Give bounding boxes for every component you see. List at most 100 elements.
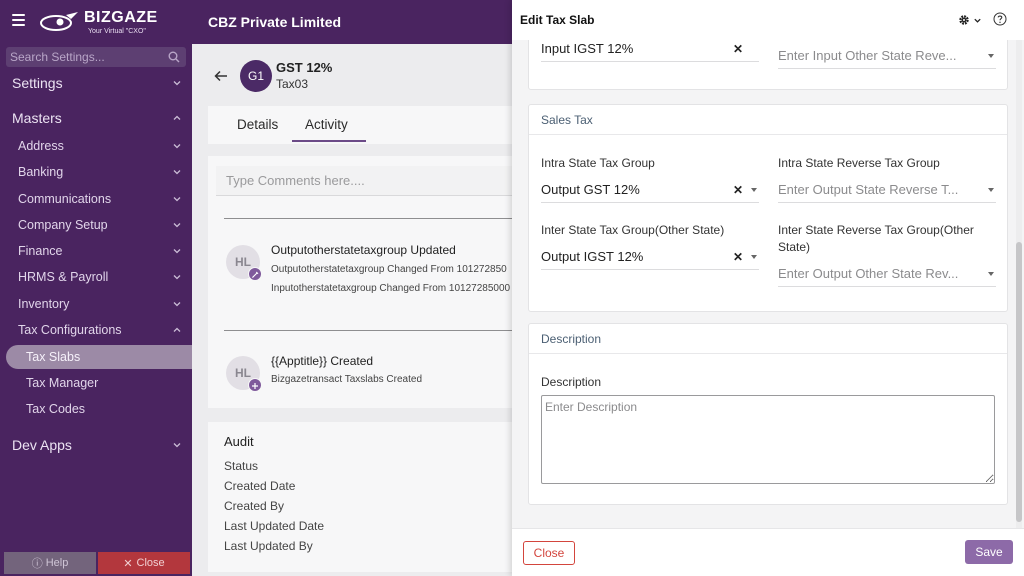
description-heading: Description — [529, 324, 1007, 354]
settings-menu[interactable] — [958, 13, 984, 27]
caret-down-icon — [988, 54, 994, 58]
intra-state-reverse-tax-group-select[interactable]: Enter Output State Reverse T... — [778, 177, 996, 203]
sidebar-item-label: Address — [18, 139, 64, 153]
sidebar-item-label: Tax Codes — [26, 402, 86, 416]
audit-row: Status — [224, 459, 259, 473]
record-code: Tax03 — [276, 77, 309, 91]
purchase-tax-card: Input IGST 12% ✕ Enter Input Other State… — [528, 40, 1008, 90]
scrollbar-thumb[interactable] — [1016, 242, 1022, 522]
edit-pencil-icon — [248, 267, 262, 281]
close-button[interactable]: Close — [523, 541, 575, 565]
sidebar-footer: ⓘ Help ✕ Close — [4, 552, 190, 574]
sidebar-item-banking[interactable]: Banking — [0, 162, 192, 182]
input-igst-select[interactable]: Input IGST 12% ✕ — [541, 40, 759, 62]
gear-icon — [959, 15, 969, 25]
sidebar-dev-apps[interactable]: Dev Apps — [0, 434, 192, 456]
brand-tagline: Your Virtual "CXO" — [88, 27, 146, 35]
description-label: Description — [541, 375, 602, 389]
sidebar-masters[interactable]: Masters — [0, 107, 192, 129]
sidebar-item-label: Inventory — [18, 297, 70, 311]
comment-input[interactable] — [216, 166, 518, 195]
inter-state-value: Output IGST 12% — [541, 249, 644, 264]
audit-row: Created By — [224, 499, 285, 513]
inter-state-reverse-placeholder: Enter Output Other State Rev... — [778, 266, 959, 281]
activity-detail: Bizgazetransact Taxslabs Created — [271, 374, 423, 385]
chevron-down-icon — [173, 170, 181, 175]
back-arrow-icon[interactable] — [214, 70, 228, 82]
active-tab-indicator — [292, 140, 366, 142]
clear-icon[interactable]: ✕ — [733, 250, 743, 264]
activity-detail: Outputotherstatetaxgroup Changed From 10… — [271, 264, 507, 275]
record-view: G1 GST 12% Tax03 Details Activity HL Out… — [192, 44, 518, 576]
sidebar-item-address[interactable]: Address — [0, 136, 192, 156]
record-title: GST 12% — [276, 60, 333, 75]
divider — [224, 330, 518, 331]
intra-state-reverse-placeholder: Enter Output State Reverse T... — [778, 182, 959, 197]
activity-title: {{Apptitle}} Created — [271, 354, 374, 368]
plus-icon — [248, 378, 262, 392]
sidebar-item-tax-configurations[interactable]: Tax Configurations — [0, 320, 192, 340]
sidebar-item-label: HRMS & Payroll — [18, 270, 109, 284]
sidebar-item-company-setup[interactable]: Company Setup — [0, 215, 192, 235]
company-name: CBZ Private Limited — [208, 14, 342, 30]
sidebar-close-button[interactable]: ✕ Close — [98, 552, 190, 574]
sales-tax-heading: Sales Tax — [529, 105, 1007, 135]
chevron-up-icon — [173, 115, 181, 120]
settings-search — [6, 47, 186, 67]
search-icon[interactable] — [168, 51, 180, 63]
help-icon[interactable] — [993, 12, 1007, 26]
sidebar-dev-apps-label: Dev Apps — [12, 437, 72, 453]
logo-mark-icon — [40, 12, 78, 31]
save-button[interactable]: Save — [965, 540, 1013, 564]
bizgaze-logo: BIZGAZE Your Virtual "CXO" — [38, 8, 158, 36]
sidebar-item-label: Communications — [18, 192, 112, 206]
input-igst-value: Input IGST 12% — [541, 41, 634, 56]
intra-state-reverse-label: Intra State Reverse Tax Group — [778, 156, 940, 170]
help-circle-icon: ⓘ — [31, 558, 43, 570]
sidebar-item-inventory[interactable]: Inventory — [0, 294, 192, 314]
sales-tax-card: Sales Tax Intra State Tax Group Output G… — [528, 104, 1008, 312]
activity-panel: HL Outputotherstatetaxgroup Updated Outp… — [208, 156, 518, 408]
sidebar-settings[interactable]: Settings — [0, 72, 192, 94]
brand-name: BIZGAZE — [84, 8, 158, 26]
inter-state-reverse-tax-group-select[interactable]: Enter Output Other State Rev... — [778, 261, 996, 287]
caret-down-icon — [751, 188, 757, 192]
sidebar-item-communications[interactable]: Communications — [0, 189, 192, 209]
drawer-header: Edit Tax Slab — [512, 0, 1024, 40]
drawer-body[interactable]: Input IGST 12% ✕ Enter Input Other State… — [512, 40, 1024, 528]
sidebar-item-hrms-payroll[interactable]: HRMS & Payroll — [0, 267, 192, 287]
chevron-down-icon — [173, 302, 181, 307]
caret-down-icon — [751, 255, 757, 259]
sidebar-item-tax-codes[interactable]: Tax Codes — [0, 399, 192, 419]
settings-sidebar: Settings Masters Address Banking Communi… — [0, 44, 192, 576]
caret-down-icon — [988, 188, 994, 192]
hamburger-menu-icon[interactable] — [12, 14, 25, 26]
record-tabs: Details Activity — [208, 106, 518, 144]
sidebar-item-tax-slabs[interactable]: Tax Slabs — [0, 347, 192, 367]
sidebar-item-finance[interactable]: Finance — [0, 241, 192, 261]
drawer-footer: Close Save — [512, 528, 1024, 576]
description-card: Description Description — [528, 323, 1008, 505]
sidebar-item-tax-manager[interactable]: Tax Manager — [0, 373, 192, 393]
description-textarea[interactable] — [541, 395, 995, 484]
audit-row: Created Date — [224, 479, 296, 493]
tab-activity[interactable]: Activity — [305, 117, 348, 132]
tab-details[interactable]: Details — [237, 117, 278, 132]
activity-title: Outputotherstatetaxgroup Updated — [271, 243, 456, 257]
comment-box — [216, 166, 518, 196]
clear-icon[interactable]: ✕ — [733, 42, 743, 56]
audit-title: Audit — [224, 434, 254, 449]
intra-state-tax-group-select[interactable]: Output GST 12% ✕ — [541, 177, 759, 203]
sidebar-item-label: Tax Configurations — [18, 323, 122, 337]
sidebar-item-label: Finance — [18, 244, 63, 258]
drawer-scrollbar[interactable] — [1016, 40, 1022, 528]
help-button[interactable]: ⓘ Help — [4, 552, 96, 574]
clear-icon[interactable]: ✕ — [733, 183, 743, 197]
sidebar-settings-label: Settings — [12, 75, 63, 91]
inter-state-tax-group-select[interactable]: Output IGST 12% ✕ — [541, 244, 759, 270]
input-other-state-reverse-select[interactable]: Enter Input Other State Reve... — [778, 43, 996, 69]
chevron-down-icon — [173, 249, 181, 254]
settings-search-input[interactable] — [10, 49, 160, 65]
chevron-down-icon — [974, 18, 981, 23]
audit-panel: Audit Status Created Date Created By Las… — [208, 422, 518, 572]
